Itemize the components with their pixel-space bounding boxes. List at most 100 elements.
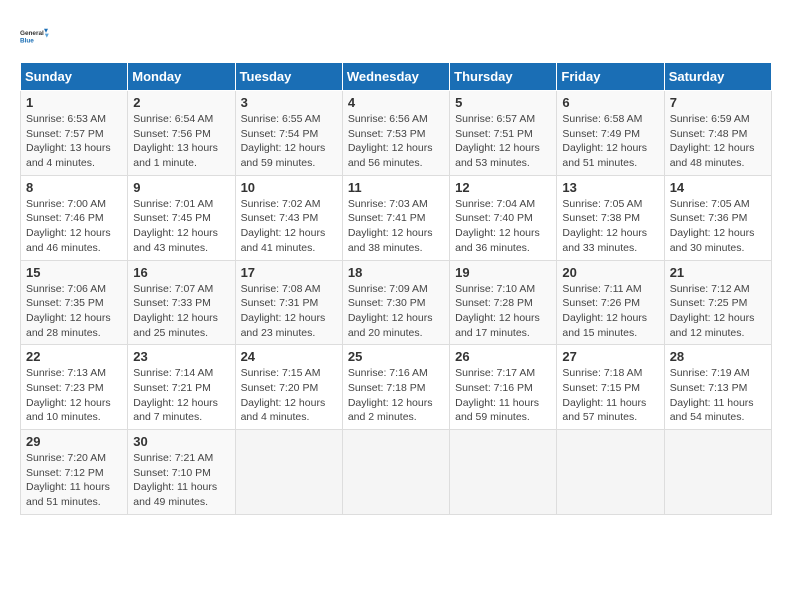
calendar-cell: 12 Sunrise: 7:04 AMSunset: 7:40 PMDayligh…: [450, 175, 557, 260]
col-header-thursday: Thursday: [450, 63, 557, 91]
day-number: 6: [562, 95, 658, 110]
day-number: 21: [670, 265, 766, 280]
calendar-week-row: 1 Sunrise: 6:53 AMSunset: 7:57 PMDaylight…: [21, 91, 772, 176]
day-number: 20: [562, 265, 658, 280]
calendar-cell: 23 Sunrise: 7:14 AMSunset: 7:21 PMDayligh…: [128, 345, 235, 430]
calendar-cell: 26Sunrise: 7:17 AMSunset: 7:16 PMDayligh…: [450, 345, 557, 430]
day-info: Sunrise: 6:53 AMSunset: 7:57 PMDaylight:…: [26, 112, 122, 171]
day-info: Sunrise: 6:54 AMSunset: 7:56 PMDaylight:…: [133, 112, 229, 171]
calendar-cell: 29 Sunrise: 7:20 AMSunset: 7:12 PMDayligh…: [21, 430, 128, 515]
day-number: 11: [348, 180, 444, 195]
day-number: 2: [133, 95, 229, 110]
day-info: Sunrise: 7:08 AMSunset: 7:31 PMDaylight:…: [241, 282, 337, 341]
logo: GeneralBlue: [20, 20, 52, 52]
day-info: Sunrise: 7:14 AMSunset: 7:21 PMDaylight:…: [133, 366, 229, 425]
calendar-cell: 5 Sunrise: 6:57 AMSunset: 7:51 PMDaylight…: [450, 91, 557, 176]
day-number: 28: [670, 349, 766, 364]
calendar-cell: 3 Sunrise: 6:55 AMSunset: 7:54 PMDaylight…: [235, 91, 342, 176]
calendar-cell: [235, 430, 342, 515]
calendar-cell: 27 Sunrise: 7:18 AMSunset: 7:15 PMDayligh…: [557, 345, 664, 430]
col-header-saturday: Saturday: [664, 63, 771, 91]
day-info: Sunrise: 7:01 AMSunset: 7:45 PMDaylight:…: [133, 197, 229, 256]
calendar-cell: 17Sunrise: 7:08 AMSunset: 7:31 PMDayligh…: [235, 260, 342, 345]
day-info: Sunrise: 7:03 AMSunset: 7:41 PMDaylight:…: [348, 197, 444, 256]
day-info: Sunrise: 6:55 AMSunset: 7:54 PMDaylight:…: [241, 112, 337, 171]
day-number: 24: [241, 349, 337, 364]
calendar-cell: 8 Sunrise: 7:00 AMSunset: 7:46 PMDaylight…: [21, 175, 128, 260]
day-number: 1: [26, 95, 122, 110]
day-info: Sunrise: 7:11 AMSunset: 7:26 PMDaylight:…: [562, 282, 658, 341]
calendar-cell: 19 Sunrise: 7:10 AMSunset: 7:28 PMDayligh…: [450, 260, 557, 345]
calendar-cell: 6 Sunrise: 6:58 AMSunset: 7:49 PMDaylight…: [557, 91, 664, 176]
calendar-cell: 9 Sunrise: 7:01 AMSunset: 7:45 PMDaylight…: [128, 175, 235, 260]
day-info: Sunrise: 7:20 AMSunset: 7:12 PMDaylight:…: [26, 451, 122, 510]
calendar-cell: 15 Sunrise: 7:06 AMSunset: 7:35 PMDayligh…: [21, 260, 128, 345]
day-info: Sunrise: 6:57 AMSunset: 7:51 PMDaylight:…: [455, 112, 551, 171]
col-header-tuesday: Tuesday: [235, 63, 342, 91]
logo-icon: GeneralBlue: [20, 20, 52, 52]
day-number: 13: [562, 180, 658, 195]
day-number: 29: [26, 434, 122, 449]
svg-text:General: General: [20, 30, 44, 37]
day-number: 27: [562, 349, 658, 364]
day-info: Sunrise: 7:21 AMSunset: 7:10 PMDaylight:…: [133, 451, 229, 510]
calendar-cell: 28 Sunrise: 7:19 AMSunset: 7:13 PMDayligh…: [664, 345, 771, 430]
calendar-cell: [664, 430, 771, 515]
day-info: Sunrise: 7:15 AMSunset: 7:20 PMDaylight:…: [241, 366, 337, 425]
day-number: 5: [455, 95, 551, 110]
day-number: 12: [455, 180, 551, 195]
calendar-cell: 13Sunrise: 7:05 AMSunset: 7:38 PMDayligh…: [557, 175, 664, 260]
calendar-cell: [557, 430, 664, 515]
col-header-wednesday: Wednesday: [342, 63, 449, 91]
svg-text:Blue: Blue: [20, 37, 34, 44]
calendar-cell: 25Sunrise: 7:16 AMSunset: 7:18 PMDayligh…: [342, 345, 449, 430]
calendar-cell: 20 Sunrise: 7:11 AMSunset: 7:26 PMDayligh…: [557, 260, 664, 345]
day-number: 16: [133, 265, 229, 280]
day-info: Sunrise: 7:10 AMSunset: 7:28 PMDaylight:…: [455, 282, 551, 341]
calendar-header-row: SundayMondayTuesdayWednesdayThursdayFrid…: [21, 63, 772, 91]
day-number: 19: [455, 265, 551, 280]
col-header-sunday: Sunday: [21, 63, 128, 91]
calendar-cell: 22 Sunrise: 7:13 AMSunset: 7:23 PMDayligh…: [21, 345, 128, 430]
calendar-week-row: 8 Sunrise: 7:00 AMSunset: 7:46 PMDaylight…: [21, 175, 772, 260]
day-info: Sunrise: 7:12 AMSunset: 7:25 PMDaylight:…: [670, 282, 766, 341]
calendar-cell: 24 Sunrise: 7:15 AMSunset: 7:20 PMDayligh…: [235, 345, 342, 430]
col-header-friday: Friday: [557, 63, 664, 91]
day-number: 8: [26, 180, 122, 195]
calendar-cell: 14Sunrise: 7:05 AMSunset: 7:36 PMDayligh…: [664, 175, 771, 260]
calendar-cell: [450, 430, 557, 515]
calendar-cell: 30Sunrise: 7:21 AMSunset: 7:10 PMDayligh…: [128, 430, 235, 515]
calendar-cell: 21 Sunrise: 7:12 AMSunset: 7:25 PMDayligh…: [664, 260, 771, 345]
calendar-week-row: 15 Sunrise: 7:06 AMSunset: 7:35 PMDayligh…: [21, 260, 772, 345]
day-number: 23: [133, 349, 229, 364]
day-number: 9: [133, 180, 229, 195]
calendar-cell: 7 Sunrise: 6:59 AMSunset: 7:48 PMDaylight…: [664, 91, 771, 176]
day-info: Sunrise: 7:19 AMSunset: 7:13 PMDaylight:…: [670, 366, 766, 425]
day-info: Sunrise: 7:13 AMSunset: 7:23 PMDaylight:…: [26, 366, 122, 425]
calendar-cell: 1 Sunrise: 6:53 AMSunset: 7:57 PMDaylight…: [21, 91, 128, 176]
day-info: Sunrise: 7:06 AMSunset: 7:35 PMDaylight:…: [26, 282, 122, 341]
day-info: Sunrise: 7:09 AMSunset: 7:30 PMDaylight:…: [348, 282, 444, 341]
day-info: Sunrise: 6:56 AMSunset: 7:53 PMDaylight:…: [348, 112, 444, 171]
calendar-cell: [342, 430, 449, 515]
day-number: 4: [348, 95, 444, 110]
calendar-week-row: 22 Sunrise: 7:13 AMSunset: 7:23 PMDayligh…: [21, 345, 772, 430]
day-number: 15: [26, 265, 122, 280]
day-number: 10: [241, 180, 337, 195]
col-header-monday: Monday: [128, 63, 235, 91]
day-number: 25: [348, 349, 444, 364]
day-info: Sunrise: 6:59 AMSunset: 7:48 PMDaylight:…: [670, 112, 766, 171]
calendar-cell: 2 Sunrise: 6:54 AMSunset: 7:56 PMDaylight…: [128, 91, 235, 176]
day-number: 18: [348, 265, 444, 280]
day-number: 7: [670, 95, 766, 110]
calendar-table: SundayMondayTuesdayWednesdayThursdayFrid…: [20, 62, 772, 515]
day-info: Sunrise: 7:05 AMSunset: 7:36 PMDaylight:…: [670, 197, 766, 256]
day-number: 22: [26, 349, 122, 364]
calendar-week-row: 29 Sunrise: 7:20 AMSunset: 7:12 PMDayligh…: [21, 430, 772, 515]
day-info: Sunrise: 7:00 AMSunset: 7:46 PMDaylight:…: [26, 197, 122, 256]
day-info: Sunrise: 6:58 AMSunset: 7:49 PMDaylight:…: [562, 112, 658, 171]
day-info: Sunrise: 7:04 AMSunset: 7:40 PMDaylight:…: [455, 197, 551, 256]
day-info: Sunrise: 7:18 AMSunset: 7:15 PMDaylight:…: [562, 366, 658, 425]
day-number: 3: [241, 95, 337, 110]
day-info: Sunrise: 7:07 AMSunset: 7:33 PMDaylight:…: [133, 282, 229, 341]
